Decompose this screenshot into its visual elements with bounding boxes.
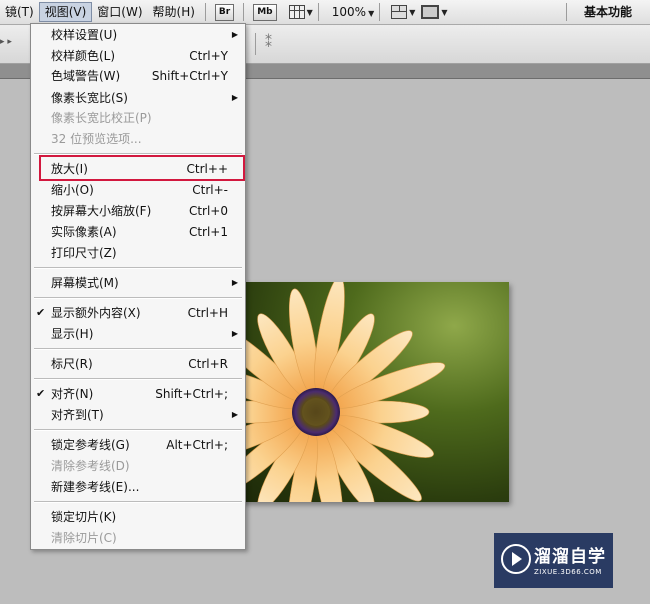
extras-grid-icon[interactable] <box>288 5 305 19</box>
menu-item[interactable]: 校样设置(U) ▶ <box>31 25 245 45</box>
menu-bar: 镜(T) 视图(V) 窗口(W) 帮助(H) Br Mb ▼ 100% ▼ ▼ ▼ <box>0 0 650 25</box>
menu-item: 像素长宽比校正(P) <box>31 108 245 128</box>
menu-item-label: 校样设置(U) <box>51 28 118 42</box>
menu-separator <box>34 429 242 431</box>
menu-item-label: 锁定参考线(G) <box>51 438 130 452</box>
menu-item-label: 打印尺寸(Z) <box>51 246 117 260</box>
chevron-down-icon[interactable]: ▼ <box>441 8 447 17</box>
bridge-button[interactable]: Br <box>214 3 235 21</box>
menu-item-shortcut: Ctrl+0 <box>188 204 228 218</box>
chevron-down-icon[interactable]: ▼ <box>409 8 415 17</box>
menu-item-label: 实际像素(A) <box>51 225 117 239</box>
menu-item-label: 对齐(N) <box>51 387 94 401</box>
menu-item: 清除切片(C) <box>31 528 245 548</box>
menu-help[interactable]: 帮助(H) <box>148 2 200 22</box>
view-menu-dropdown: 校样设置(U) ▶ 校样颜色(L) Ctrl+Y 色域警告(W) Shift+Ctrl+Y… <box>30 23 246 550</box>
menu-item-label: 屏幕模式(M) <box>51 276 119 290</box>
flower-image <box>236 282 446 502</box>
workspace-switcher[interactable]: 基本功能 <box>584 0 632 24</box>
submenu-arrow-icon: ▶ <box>231 278 238 287</box>
menu-view[interactable]: 视图(V) <box>38 2 93 22</box>
menu-item-shortcut: Ctrl+- <box>192 183 228 197</box>
toolbar-separator <box>566 3 567 21</box>
menu-item-label: 清除参考线(D) <box>51 459 130 473</box>
menu-item[interactable]: ✔ 对齐(N) Shift+Ctrl+; <box>31 384 245 404</box>
menu-separator <box>34 297 242 299</box>
menu-separator <box>34 378 242 380</box>
toolbar-separator <box>204 3 206 21</box>
menu-item[interactable]: 标尺(R) Ctrl+R <box>31 354 245 374</box>
canvas-image <box>236 282 509 502</box>
menu-item[interactable]: 显示(H) ▶ <box>31 324 245 344</box>
submenu-arrow-icon: ▶ <box>231 410 238 419</box>
options-bar-fragment[interactable]: ▸ ▸ <box>0 37 12 47</box>
menu-item[interactable]: 缩小(O) Ctrl+- <box>31 180 245 200</box>
menu-item: 32 位预览选项... <box>31 129 245 149</box>
menu-item: 清除参考线(D) <box>31 456 245 476</box>
zoom-level[interactable]: 100% ▼ <box>332 5 374 19</box>
menu-item[interactable]: 锁定切片(K) <box>31 507 245 527</box>
menu-separator <box>34 267 242 269</box>
menu-item[interactable]: ✔ 显示额外内容(X) Ctrl+H <box>31 303 245 323</box>
menu-item-label: 像素长宽比(S) <box>51 91 128 105</box>
menu-item-label: 显示额外内容(X) <box>51 306 141 320</box>
menu-item-label: 像素长宽比校正(P) <box>51 111 152 125</box>
menu-item[interactable]: 像素长宽比(S) ▶ <box>31 88 245 108</box>
options-separator <box>255 33 256 55</box>
menu-item-shortcut: Ctrl+H <box>187 306 228 320</box>
menu-item[interactable]: 校样颜色(L) Ctrl+Y <box>31 46 245 66</box>
menu-item-shortcut: Ctrl+R <box>188 357 228 371</box>
zoom-in-highlight-box <box>39 155 245 181</box>
menu-item-label: 校样颜色(L) <box>51 49 116 63</box>
menu-separator <box>34 348 242 350</box>
menu-item-label: 新建参考线(E)... <box>51 480 140 494</box>
menu-item[interactable]: 打印尺寸(Z) <box>31 243 245 263</box>
checkmark-icon: ✔ <box>36 387 46 400</box>
menu-item-label: 缩小(O) <box>51 183 94 197</box>
menu-item-label: 色域警告(W) <box>51 69 121 83</box>
checkmark-icon: ✔ <box>36 306 46 319</box>
menu-filter[interactable]: 镜(T) <box>0 2 39 22</box>
toolbar-separator <box>317 3 319 21</box>
mini-bridge-button[interactable]: Mb <box>253 3 277 21</box>
menu-item-label: 标尺(R) <box>51 357 93 371</box>
menu-item[interactable]: 实际像素(A) Ctrl+1 <box>31 222 245 242</box>
options-icon[interactable]: ⁑ <box>265 35 272 51</box>
menu-separator <box>34 501 242 503</box>
chevron-down-icon[interactable]: ▼ <box>307 8 313 17</box>
menu-item[interactable]: 按屏幕大小缩放(F) Ctrl+0 <box>31 201 245 221</box>
toolbar-separator <box>243 3 245 21</box>
toolbar-separator <box>379 3 381 21</box>
menu-item-label: 对齐到(T) <box>51 408 104 422</box>
screen-mode-icon[interactable] <box>421 5 440 19</box>
menu-item-shortcut: Ctrl+1 <box>188 225 228 239</box>
submenu-arrow-icon: ▶ <box>231 329 238 338</box>
menu-item[interactable]: 色域警告(W) Shift+Ctrl+Y <box>31 66 245 86</box>
watermark-logo: 溜溜自学 ZIXUE.3D66.COM <box>494 533 613 588</box>
arrange-documents-icon[interactable] <box>391 5 408 19</box>
menu-item[interactable]: 新建参考线(E)... <box>31 477 245 497</box>
menu-item-label: 显示(H) <box>51 327 94 341</box>
menu-item-label: 清除切片(C) <box>51 531 117 545</box>
menu-item[interactable]: 屏幕模式(M) ▶ <box>31 273 245 293</box>
menu-item[interactable]: 对齐到(T) ▶ <box>31 405 245 425</box>
logo-url: ZIXUE.3D66.COM <box>534 568 602 576</box>
menu-item-shortcut: Alt+Ctrl+; <box>166 438 228 452</box>
menu-item-label: 按屏幕大小缩放(F) <box>51 204 152 218</box>
submenu-arrow-icon: ▶ <box>231 93 238 102</box>
menu-item-shortcut: Ctrl+Y <box>189 49 228 63</box>
logo-title: 溜溜自学 <box>534 547 606 567</box>
play-icon <box>501 544 531 574</box>
menu-item[interactable]: 锁定参考线(G) Alt+Ctrl+; <box>31 435 245 455</box>
submenu-arrow-icon: ▶ <box>231 30 238 39</box>
menu-item-label: 锁定切片(K) <box>51 510 117 524</box>
menu-item-label: 32 位预览选项... <box>51 132 142 146</box>
menu-item-shortcut: Shift+Ctrl+Y <box>151 69 228 83</box>
menu-item-shortcut: Shift+Ctrl+; <box>155 387 228 401</box>
menu-window[interactable]: 窗口(W) <box>92 2 147 22</box>
